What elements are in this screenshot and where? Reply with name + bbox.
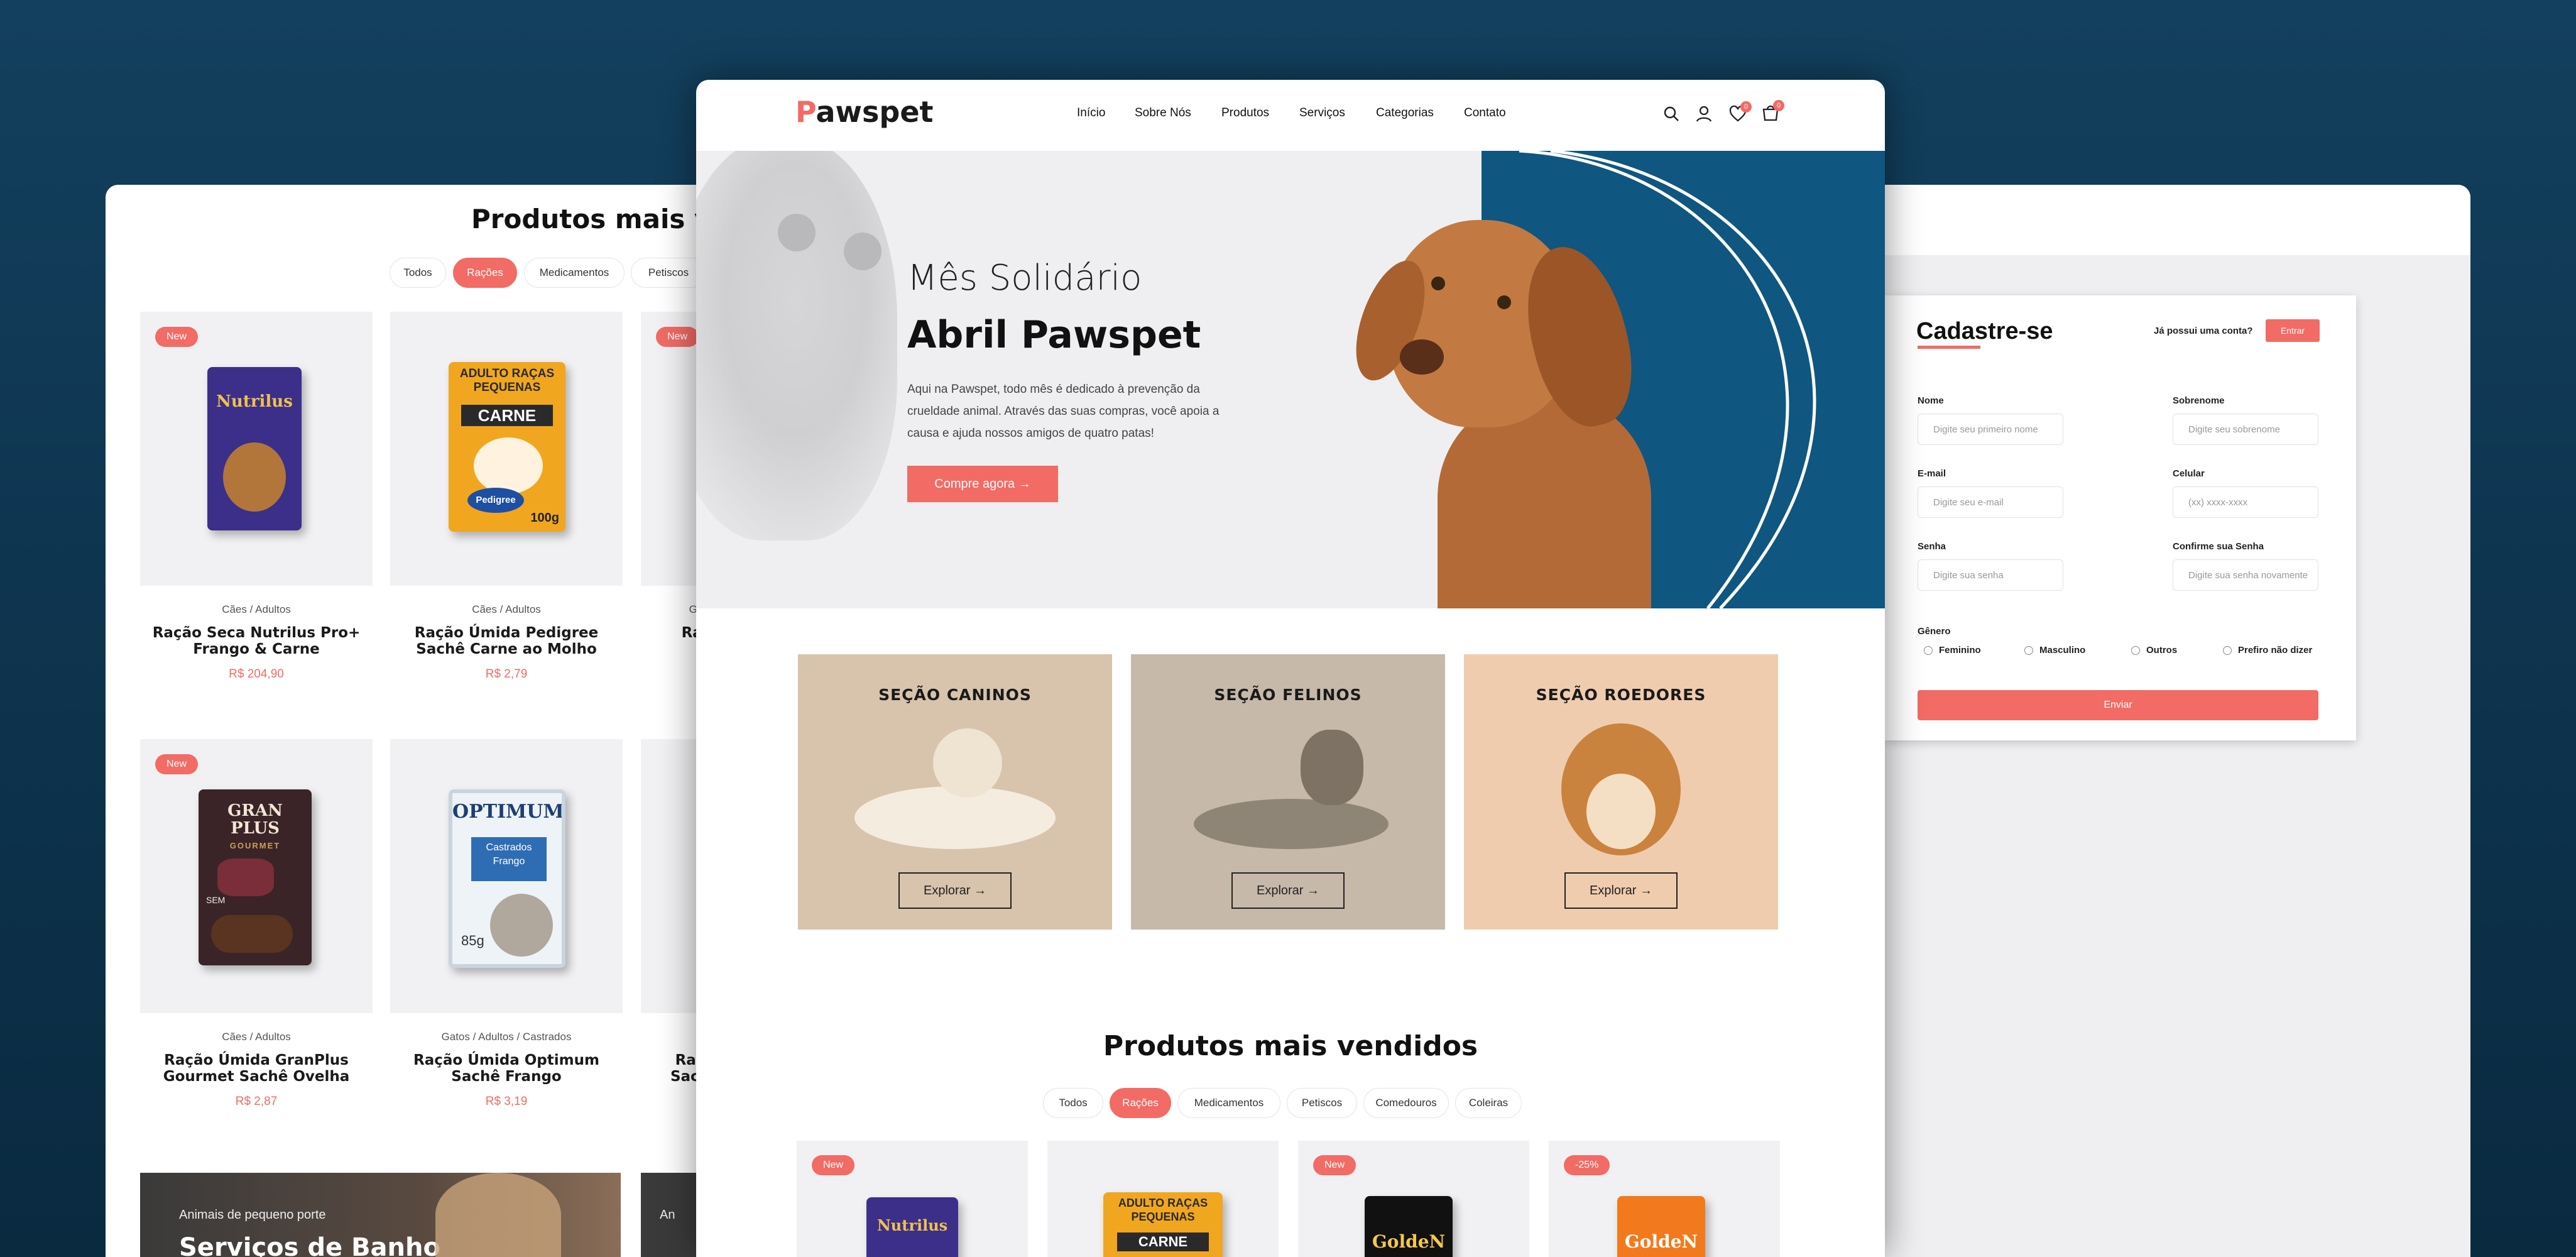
new-badge: New — [656, 327, 699, 347]
nav-categorias[interactable]: Categorias — [1376, 106, 1434, 120]
product-price: R$ 2,87 — [235, 1095, 278, 1108]
golden-orange-package-image: GoldeN — [1617, 1196, 1705, 1257]
nutrilus-package-image: Nutrilus — [207, 367, 302, 530]
field-label: Sobrenome — [2173, 395, 2225, 406]
category-title: SEÇÃO FELINOS — [1214, 686, 1362, 704]
hero-text: Aqui na Pawspet, todo mês é dedicado à p… — [907, 383, 1220, 440]
filter-todos[interactable]: Todos — [390, 258, 446, 288]
main-page: Pawspet Início Sobre Nós Produtos Serviç… — [696, 80, 1885, 1257]
email-input[interactable]: Digite seu e-mail — [1918, 486, 2063, 518]
explore-button[interactable]: Explorar → — [898, 872, 1012, 909]
cart-count-badge: 0 — [1773, 100, 1784, 111]
filter-racoes[interactable]: Rações — [453, 258, 517, 288]
last-name-input[interactable]: Digite seu sobrenome — [2173, 414, 2318, 445]
register-form: Cadastre-se Já possui uma conta? Entrar … — [1885, 295, 2356, 740]
shop-now-button[interactable]: Compre agora → — [907, 466, 1058, 502]
category-card-caninos[interactable]: SEÇÃO CANINOS Explorar → — [798, 654, 1112, 930]
product-category: Cães / Adultos — [222, 603, 291, 615]
phone-input[interactable]: (xx) xxxx-xxxx — [2173, 486, 2318, 518]
user-icon[interactable] — [1695, 105, 1713, 123]
field-label: E-mail — [1918, 468, 1946, 479]
logo[interactable]: Pawspet — [795, 95, 934, 129]
dog-hero-image — [1342, 207, 1695, 608]
field-label: Confirme sua Senha — [2173, 541, 2264, 552]
field-label: Celular — [2173, 468, 2205, 479]
nav-servicos[interactable]: Serviços — [1299, 106, 1345, 120]
filter-todos[interactable]: Todos — [1043, 1088, 1103, 1118]
product-price: R$ 2,79 — [485, 667, 528, 681]
password-input[interactable]: Digite sua senha — [1918, 559, 2063, 591]
nutrilus-package-image: Nutrilus — [866, 1197, 958, 1257]
new-badge: New — [155, 754, 199, 774]
product-category: Cães / Adultos — [472, 603, 541, 615]
category-card-felinos[interactable]: SEÇÃO FELINOS Explorar → — [1131, 654, 1445, 930]
nav-produtos[interactable]: Produtos — [1221, 106, 1269, 120]
category-card-roedores[interactable]: SEÇÃO ROEDORES Explorar → — [1464, 654, 1778, 930]
filter-medicamentos[interactable]: Medicamentos — [1177, 1088, 1280, 1118]
nav-contato[interactable]: Contato — [1464, 106, 1506, 120]
filter-petiscos[interactable]: Petiscos — [1287, 1088, 1357, 1118]
optimum-package-image: OPTIMUM Castrados Frango 85g — [449, 789, 565, 968]
gender-radio-outros[interactable]: Outros — [2131, 645, 2177, 656]
product-name[interactable]: Ração Úmida GranPlus Gourmet Sachê Ovelh… — [140, 1052, 373, 1085]
category-title: SEÇÃO CANINOS — [878, 686, 1032, 704]
gender-radio-feminino[interactable]: Feminino — [1924, 645, 1981, 656]
have-account-text: Já possui uma conta? — [2154, 326, 2253, 336]
nav-sobre-nos[interactable]: Sobre Nós — [1135, 106, 1191, 120]
explore-button[interactable]: Explorar → — [1564, 872, 1678, 909]
submit-button[interactable]: Enviar — [1918, 690, 2318, 720]
cat-hero-image — [696, 151, 897, 541]
product-price: R$ 3,19 — [485, 1095, 528, 1108]
product-category: Cães / Adultos — [222, 1031, 291, 1043]
field-label: Nome — [1918, 395, 1944, 406]
gender-radio-prefiro-nao-dizer[interactable]: Prefiro não dizer — [2223, 645, 2312, 656]
product-name[interactable]: Ração Úmida Optimum Sachê Frango — [390, 1052, 623, 1085]
product-name[interactable]: Ração Seca Nutrilus Pro+ Frango & Carne — [140, 625, 373, 657]
new-badge: New — [812, 1155, 855, 1175]
title-underline — [1918, 346, 1980, 349]
banner-title: Serviços de Banho — [179, 1233, 440, 1257]
shop-panel-back: Produtos mais ve Todos Rações Medicament… — [106, 185, 772, 1257]
field-label: Senha — [1918, 541, 1946, 552]
category-title: SEÇÃO ROEDORES — [1536, 686, 1706, 704]
product-name[interactable]: Ração Úmida Pedigree Sachê Carne ao Molh… — [390, 625, 623, 657]
pedigree-package-image: ADULTO RAÇAS PEQUENAS CARNE — [1103, 1192, 1223, 1257]
filter-medicamentos[interactable]: Medicamentos — [524, 258, 625, 288]
hero-kicker: Mês Solidário — [907, 258, 1142, 299]
login-button[interactable]: Entrar — [2266, 319, 2320, 342]
hero-banner: Mês Solidário Abril Pawspet Aqui na Paws… — [696, 151, 1885, 608]
filter-petiscos[interactable]: Petiscos — [631, 258, 706, 288]
register-title: Cadastre-se — [1916, 318, 2053, 344]
banner-kicker: Animais de pequeno porte — [179, 1208, 326, 1222]
golden-black-package-image: GoldeN — [1365, 1196, 1453, 1257]
gender-label: Gênero — [1918, 626, 1951, 637]
hero-title: Abril Pawspet — [907, 313, 1201, 357]
product-category: Gatos / Adultos / Castrados — [441, 1031, 572, 1043]
services-banner[interactable]: Animais de pequeno porte Serviços de Ban… — [140, 1173, 621, 1257]
discount-badge: -25% — [1564, 1155, 1610, 1175]
wishlist-count-badge: 0 — [1740, 101, 1752, 113]
confirm-password-input[interactable]: Digite sua senha novamente — [2173, 559, 2318, 591]
gender-radio-masculino[interactable]: Masculino — [2024, 645, 2085, 656]
search-icon[interactable] — [1662, 105, 1680, 123]
puppy-image — [933, 728, 1002, 798]
new-badge: New — [1313, 1155, 1356, 1175]
filter-coleiras[interactable]: Coleiras — [1455, 1088, 1522, 1118]
first-name-input[interactable]: Digite seu primeiro nome — [1918, 414, 2063, 445]
pedigree-package-image: ADULTO RAÇAS PEQUENAS CARNE Pedigree 100… — [449, 362, 565, 532]
section-title: Produtos mais ve — [471, 204, 729, 234]
filter-comedouros[interactable]: Comedouros — [1363, 1088, 1449, 1118]
explore-button[interactable]: Explorar → — [1231, 872, 1345, 909]
kitten-image — [1301, 730, 1363, 805]
filter-racoes[interactable]: Rações — [1110, 1088, 1171, 1118]
new-badge: New — [155, 327, 199, 347]
nav-inicio[interactable]: Início — [1077, 106, 1105, 120]
product-price: R$ 204,90 — [229, 667, 284, 681]
bestsellers-title: Produtos mais vendidos — [1103, 1030, 1478, 1062]
granplus-package-image: GRAN PLUS GOURMET SEM — [199, 789, 312, 965]
